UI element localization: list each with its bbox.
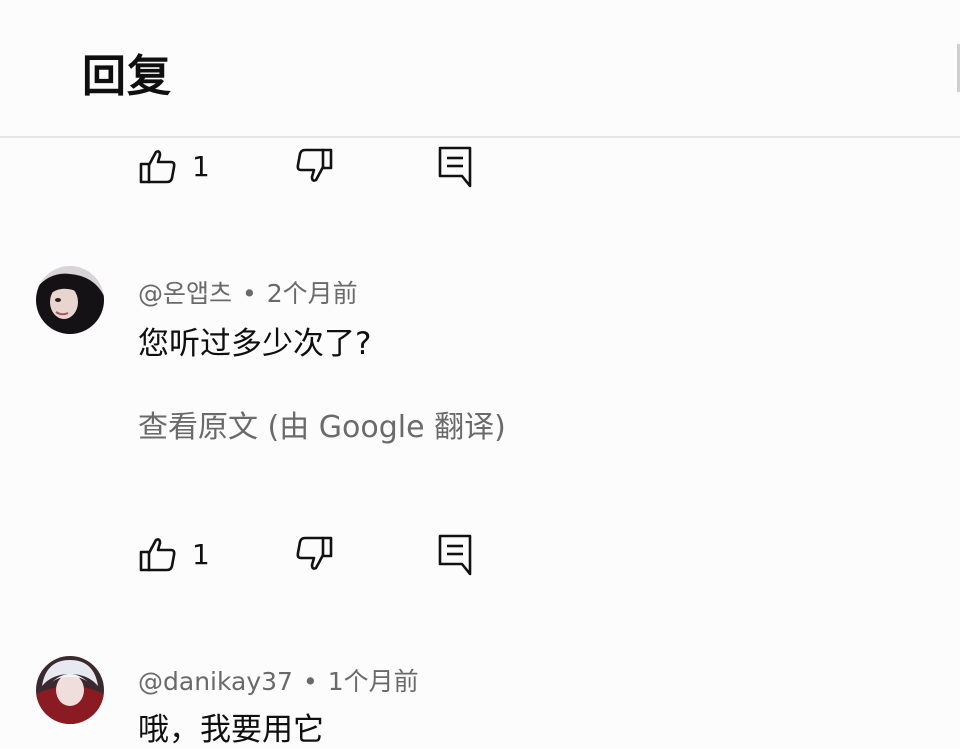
like-icon <box>138 146 178 186</box>
reply-icon <box>436 532 476 576</box>
like-count: 1 <box>192 537 210 571</box>
see-original-link[interactable]: 查看原文 (由 Google 翻译) <box>138 402 506 446</box>
comment-actions-top: 1 <box>138 144 478 188</box>
like-count: 1 <box>192 149 210 183</box>
comment-actions: 1 <box>138 532 478 576</box>
dislike-button[interactable] <box>294 144 334 188</box>
comment-meta: @danikay37 • 1个月前 <box>138 662 419 698</box>
meta-separator: • <box>302 667 318 696</box>
avatar[interactable] <box>36 266 104 334</box>
dislike-icon <box>294 534 334 574</box>
reply-icon <box>436 144 476 188</box>
comment-time: 1个月前 <box>327 667 419 696</box>
page-title: 回复 <box>82 51 172 102</box>
replies-header: 回复 <box>0 0 960 138</box>
dislike-icon <box>294 146 334 186</box>
like-button[interactable]: 1 <box>138 532 210 576</box>
comment-author[interactable]: @danikay37 <box>138 667 293 696</box>
like-icon <box>138 534 178 574</box>
comment-time: 2个月前 <box>266 279 358 308</box>
like-button[interactable]: 1 <box>138 144 210 188</box>
reply-button[interactable] <box>436 532 476 576</box>
reply-button[interactable] <box>436 144 476 188</box>
comment-text: 您听过多少次了? <box>138 326 372 362</box>
comment-author[interactable]: @온앱츠 <box>138 279 232 308</box>
comment-text: 哦，我要用它 <box>138 712 324 748</box>
avatar[interactable] <box>36 656 104 724</box>
comment-meta: @온앱츠 • 2个月前 <box>138 274 358 310</box>
dislike-button[interactable] <box>294 532 334 576</box>
meta-separator: • <box>242 279 257 308</box>
